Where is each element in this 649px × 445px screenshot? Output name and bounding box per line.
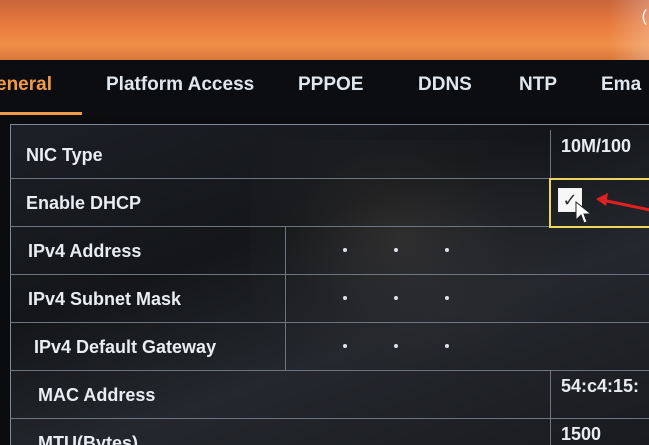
tab-ntp[interactable]: NTP [519,74,557,96]
mouse-cursor-icon [575,200,593,224]
mac-address-row: MAC Address 54:c4:15: [10,370,649,419]
mtu-field[interactable]: 1500 [550,418,649,445]
nic-type-label: NIC Type [26,145,103,165]
mtu-value: 1500 [561,424,602,444]
ipv4-default-gateway-field[interactable] [285,322,649,370]
active-tab-indicator [0,112,82,115]
ipv4-subnet-mask-row: IPv4 Subnet Mask [10,274,649,323]
tab-email[interactable]: Ema [601,74,641,96]
close-icon[interactable]: ( [642,8,647,26]
ipv4-subnet-mask-label: IPv4 Subnet Mask [28,289,182,309]
nic-type-row: NIC Type 10M/100 [10,130,649,179]
nvr-network-settings-screen: ( eneral Platform Access PPPOE DDNS NTP … [0,0,649,445]
ipv4-subnet-mask-separators [286,274,556,322]
mtu-row: MTU(Bytes) 1500 [10,418,649,445]
window-title-bar: ( [0,0,649,60]
tab-bar: eneral Platform Access PPPOE DDNS NTP Em… [0,60,649,114]
enable-dhcp-label: Enable DHCP [26,193,142,213]
ipv4-default-gateway-label: IPv4 Default Gateway [34,337,217,357]
tab-ddns[interactable]: DDNS [418,74,472,96]
tab-platform-access[interactable]: Platform Access [106,74,254,96]
ipv4-address-label: IPv4 Address [28,241,142,261]
ipv4-address-separators [286,226,556,274]
mac-address-cell: 54:c4:15: [550,370,649,418]
nic-type-select[interactable]: 10M/100 [550,130,649,178]
ipv4-default-gateway-row: IPv4 Default Gateway [10,322,649,371]
mac-address-label: MAC Address [38,385,156,405]
ipv4-address-field[interactable] [285,226,649,274]
mac-address-value: 54:c4:15: [561,376,640,396]
nic-type-value: 10M/100 [561,136,632,156]
ipv4-default-gateway-separators [286,322,556,370]
mtu-label: MTU(Bytes) [38,433,139,445]
tab-general[interactable]: eneral [0,74,52,96]
ipv4-address-row: IPv4 Address [10,226,649,275]
tab-pppoe[interactable]: PPPOE [298,74,363,96]
ipv4-subnet-mask-field[interactable] [285,274,649,322]
red-arrow-annotation-icon [596,193,649,212]
